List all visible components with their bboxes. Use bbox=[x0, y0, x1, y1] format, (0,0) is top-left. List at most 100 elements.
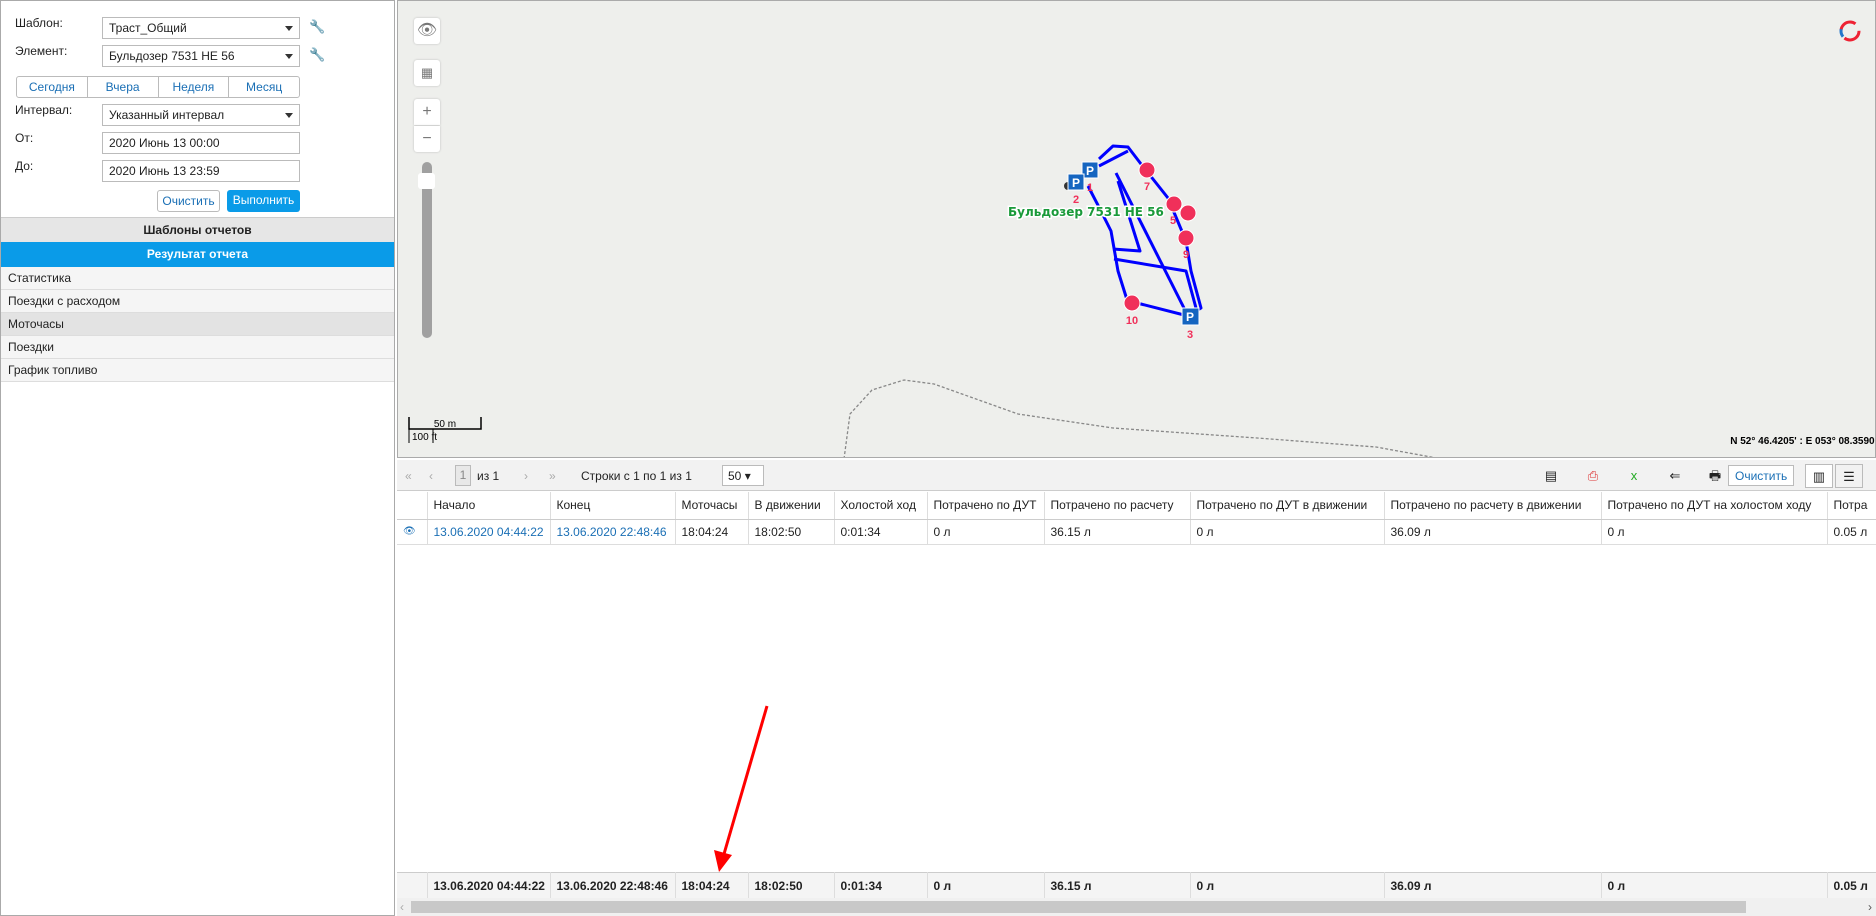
column-header[interactable]: Потрачено по расчету в движении bbox=[1384, 492, 1602, 520]
per-page-select[interactable]: 50 ▾ bbox=[722, 465, 764, 486]
eye-icon[interactable]: 👁 bbox=[397, 520, 428, 545]
table-cell: 36.09 л bbox=[1384, 872, 1602, 899]
horizontal-scrollbar[interactable]: ‹ › bbox=[397, 898, 1876, 916]
table-cell: 13.06.2020 22:48:46 bbox=[550, 872, 676, 899]
last-page-icon[interactable]: » bbox=[549, 469, 556, 483]
column-header[interactable]: Потра bbox=[1827, 492, 1876, 520]
table-cell: 18:02:50 bbox=[748, 520, 835, 545]
print-icon[interactable]: 🖶 bbox=[1701, 464, 1729, 488]
table-cell: 18:04:24 bbox=[675, 520, 749, 545]
interval-value: Указанный интервал bbox=[109, 108, 225, 122]
parking-marker-2: P2 bbox=[1067, 173, 1085, 206]
report-panel: Шаблон: Траст_Общий 🔧 Элемент: Бульдозер… bbox=[0, 0, 395, 916]
road bbox=[843, 379, 1435, 457]
report-item-trips-fuel[interactable]: Поездки с расходом bbox=[1, 290, 394, 313]
table-cell: 36.15 л bbox=[1044, 872, 1191, 899]
next-page-icon[interactable]: › bbox=[524, 469, 528, 483]
table-cell[interactable]: 13.06.2020 22:48:46 bbox=[550, 520, 676, 545]
excel-export-icon[interactable]: x bbox=[1620, 464, 1648, 488]
svg-text:50 m: 50 m bbox=[434, 419, 456, 430]
template-value: Траст_Общий bbox=[109, 21, 187, 35]
result-header[interactable]: Результат отчета bbox=[1, 242, 394, 267]
element-label: Элемент: bbox=[15, 44, 68, 58]
table-icon[interactable]: ▤ bbox=[1537, 464, 1565, 488]
wrench-icon[interactable]: 🔧 bbox=[309, 47, 325, 63]
interval-select[interactable]: Указанный интервал bbox=[102, 104, 300, 126]
table-cell: 0:01:34 bbox=[834, 520, 928, 545]
blank-cell bbox=[397, 872, 428, 899]
report-item-statistics[interactable]: Статистика bbox=[1, 267, 394, 290]
table-cell: 0 л bbox=[1190, 872, 1385, 899]
table-cell[interactable]: 13.06.2020 04:44:22 bbox=[427, 520, 551, 545]
clear-grid-button[interactable]: Очистить bbox=[1728, 465, 1795, 486]
column-header[interactable]: Конец bbox=[550, 492, 676, 520]
grid-toolbar: « ‹ 1 из 1 › » Строки с 1 по 1 из 1 50 ▾… bbox=[397, 460, 1876, 491]
svg-text:P: P bbox=[1086, 164, 1094, 178]
column-header[interactable]: Моточасы bbox=[675, 492, 749, 520]
prev-page-icon[interactable]: ‹ bbox=[429, 469, 433, 483]
to-label: До: bbox=[15, 159, 34, 173]
first-page-icon[interactable]: « bbox=[405, 469, 412, 483]
to-input[interactable]: 2020 Июнь 13 23:59 bbox=[102, 160, 300, 182]
svg-text:100 ft: 100 ft bbox=[412, 432, 437, 443]
page-input[interactable]: 1 bbox=[455, 465, 471, 486]
table-view-icon[interactable]: ☰ bbox=[1835, 464, 1863, 488]
report-grid: Начало Конец Моточасы В движении Холостой хо… bbox=[397, 492, 1876, 916]
table-cell: 0.05 л bbox=[1827, 872, 1876, 899]
table-cell: 18:02:50 bbox=[748, 872, 835, 899]
map[interactable]: 👁 ▦ + − P1 P2 P3 7 5 9 10 Бульдозер 7531… bbox=[397, 0, 1876, 458]
table-cell: 36.15 л bbox=[1044, 520, 1191, 545]
scroll-left-icon[interactable]: ‹ bbox=[400, 900, 404, 914]
logo-icon bbox=[1839, 20, 1861, 42]
report-item-engine-hours[interactable]: Моточасы bbox=[1, 313, 394, 336]
column-header[interactable]: Потрачено по ДУТ на холостом ходу bbox=[1601, 492, 1828, 520]
report-item-trips[interactable]: Поездки bbox=[1, 336, 394, 359]
chevron-down-icon bbox=[285, 54, 293, 59]
column-header[interactable]: Холостой ход bbox=[834, 492, 928, 520]
column-header[interactable]: Потрачено по ДУТ в движении bbox=[1190, 492, 1385, 520]
svg-text:5: 5 bbox=[1170, 215, 1176, 227]
period-yesterday[interactable]: Вчера bbox=[88, 77, 159, 97]
totals-row: 13.06.2020 04:44:22 13.06.2020 22:48:46 18… bbox=[397, 872, 1876, 899]
period-today[interactable]: Сегодня bbox=[17, 77, 88, 97]
svg-text:3: 3 bbox=[1187, 329, 1193, 341]
stop-marker-10: 10 bbox=[1123, 294, 1141, 327]
report-item-fuel-chart[interactable]: График топливо bbox=[1, 359, 394, 382]
column-header[interactable]: Потрачено по ДУТ bbox=[927, 492, 1045, 520]
stop-marker-9: 9 bbox=[1177, 229, 1195, 261]
period-buttons: Сегодня Вчера Неделя Месяц bbox=[16, 76, 300, 98]
rows-info: Строки с 1 по 1 из 1 bbox=[581, 469, 692, 483]
interval-label: Интервал: bbox=[15, 103, 73, 117]
table-cell: 0 л bbox=[1190, 520, 1385, 545]
parking-marker-3: P3 bbox=[1181, 307, 1200, 341]
period-month[interactable]: Месяц bbox=[229, 77, 299, 97]
svg-text:1: 1 bbox=[1087, 182, 1093, 194]
stop-marker-5: 5 bbox=[1165, 195, 1197, 227]
templates-header[interactable]: Шаблоны отчетов bbox=[1, 217, 394, 242]
table-cell: 0:01:34 bbox=[834, 872, 928, 899]
chevron-down-icon bbox=[285, 113, 293, 118]
scrollbar-thumb[interactable] bbox=[411, 901, 1746, 913]
from-input[interactable]: 2020 Июнь 13 00:00 bbox=[102, 132, 300, 154]
table-row[interactable]: 👁 13.06.2020 04:44:22 13.06.2020 22:48:46 1… bbox=[397, 520, 1876, 545]
column-header[interactable]: Потрачено по расчету bbox=[1044, 492, 1191, 520]
column-header[interactable]: Начало bbox=[427, 492, 551, 520]
column-header[interactable]: В движении bbox=[748, 492, 835, 520]
element-select[interactable]: Бульдозер 7531 НЕ 56 bbox=[102, 45, 300, 67]
run-button[interactable]: Выполнить bbox=[227, 190, 300, 212]
svg-text:P: P bbox=[1072, 176, 1080, 190]
svg-text:P: P bbox=[1186, 310, 1194, 324]
export-icon[interactable]: ⇐ bbox=[1661, 464, 1689, 488]
map-view-icon[interactable]: ▥ bbox=[1805, 464, 1833, 488]
table-cell: 0 л bbox=[1601, 520, 1828, 545]
clear-button[interactable]: Очистить bbox=[157, 190, 220, 212]
svg-text:10: 10 bbox=[1126, 315, 1138, 327]
table-cell: 36.09 л bbox=[1384, 520, 1602, 545]
scroll-right-icon[interactable]: › bbox=[1868, 900, 1872, 914]
table-cell: 18:04:24 bbox=[675, 872, 749, 899]
period-week[interactable]: Неделя bbox=[159, 77, 230, 97]
table-cell: 13.06.2020 04:44:22 bbox=[427, 872, 551, 899]
template-select[interactable]: Траст_Общий bbox=[102, 17, 300, 39]
wrench-icon[interactable]: 🔧 bbox=[309, 19, 325, 35]
pdf-export-icon[interactable]: ⎙ bbox=[1579, 464, 1607, 488]
